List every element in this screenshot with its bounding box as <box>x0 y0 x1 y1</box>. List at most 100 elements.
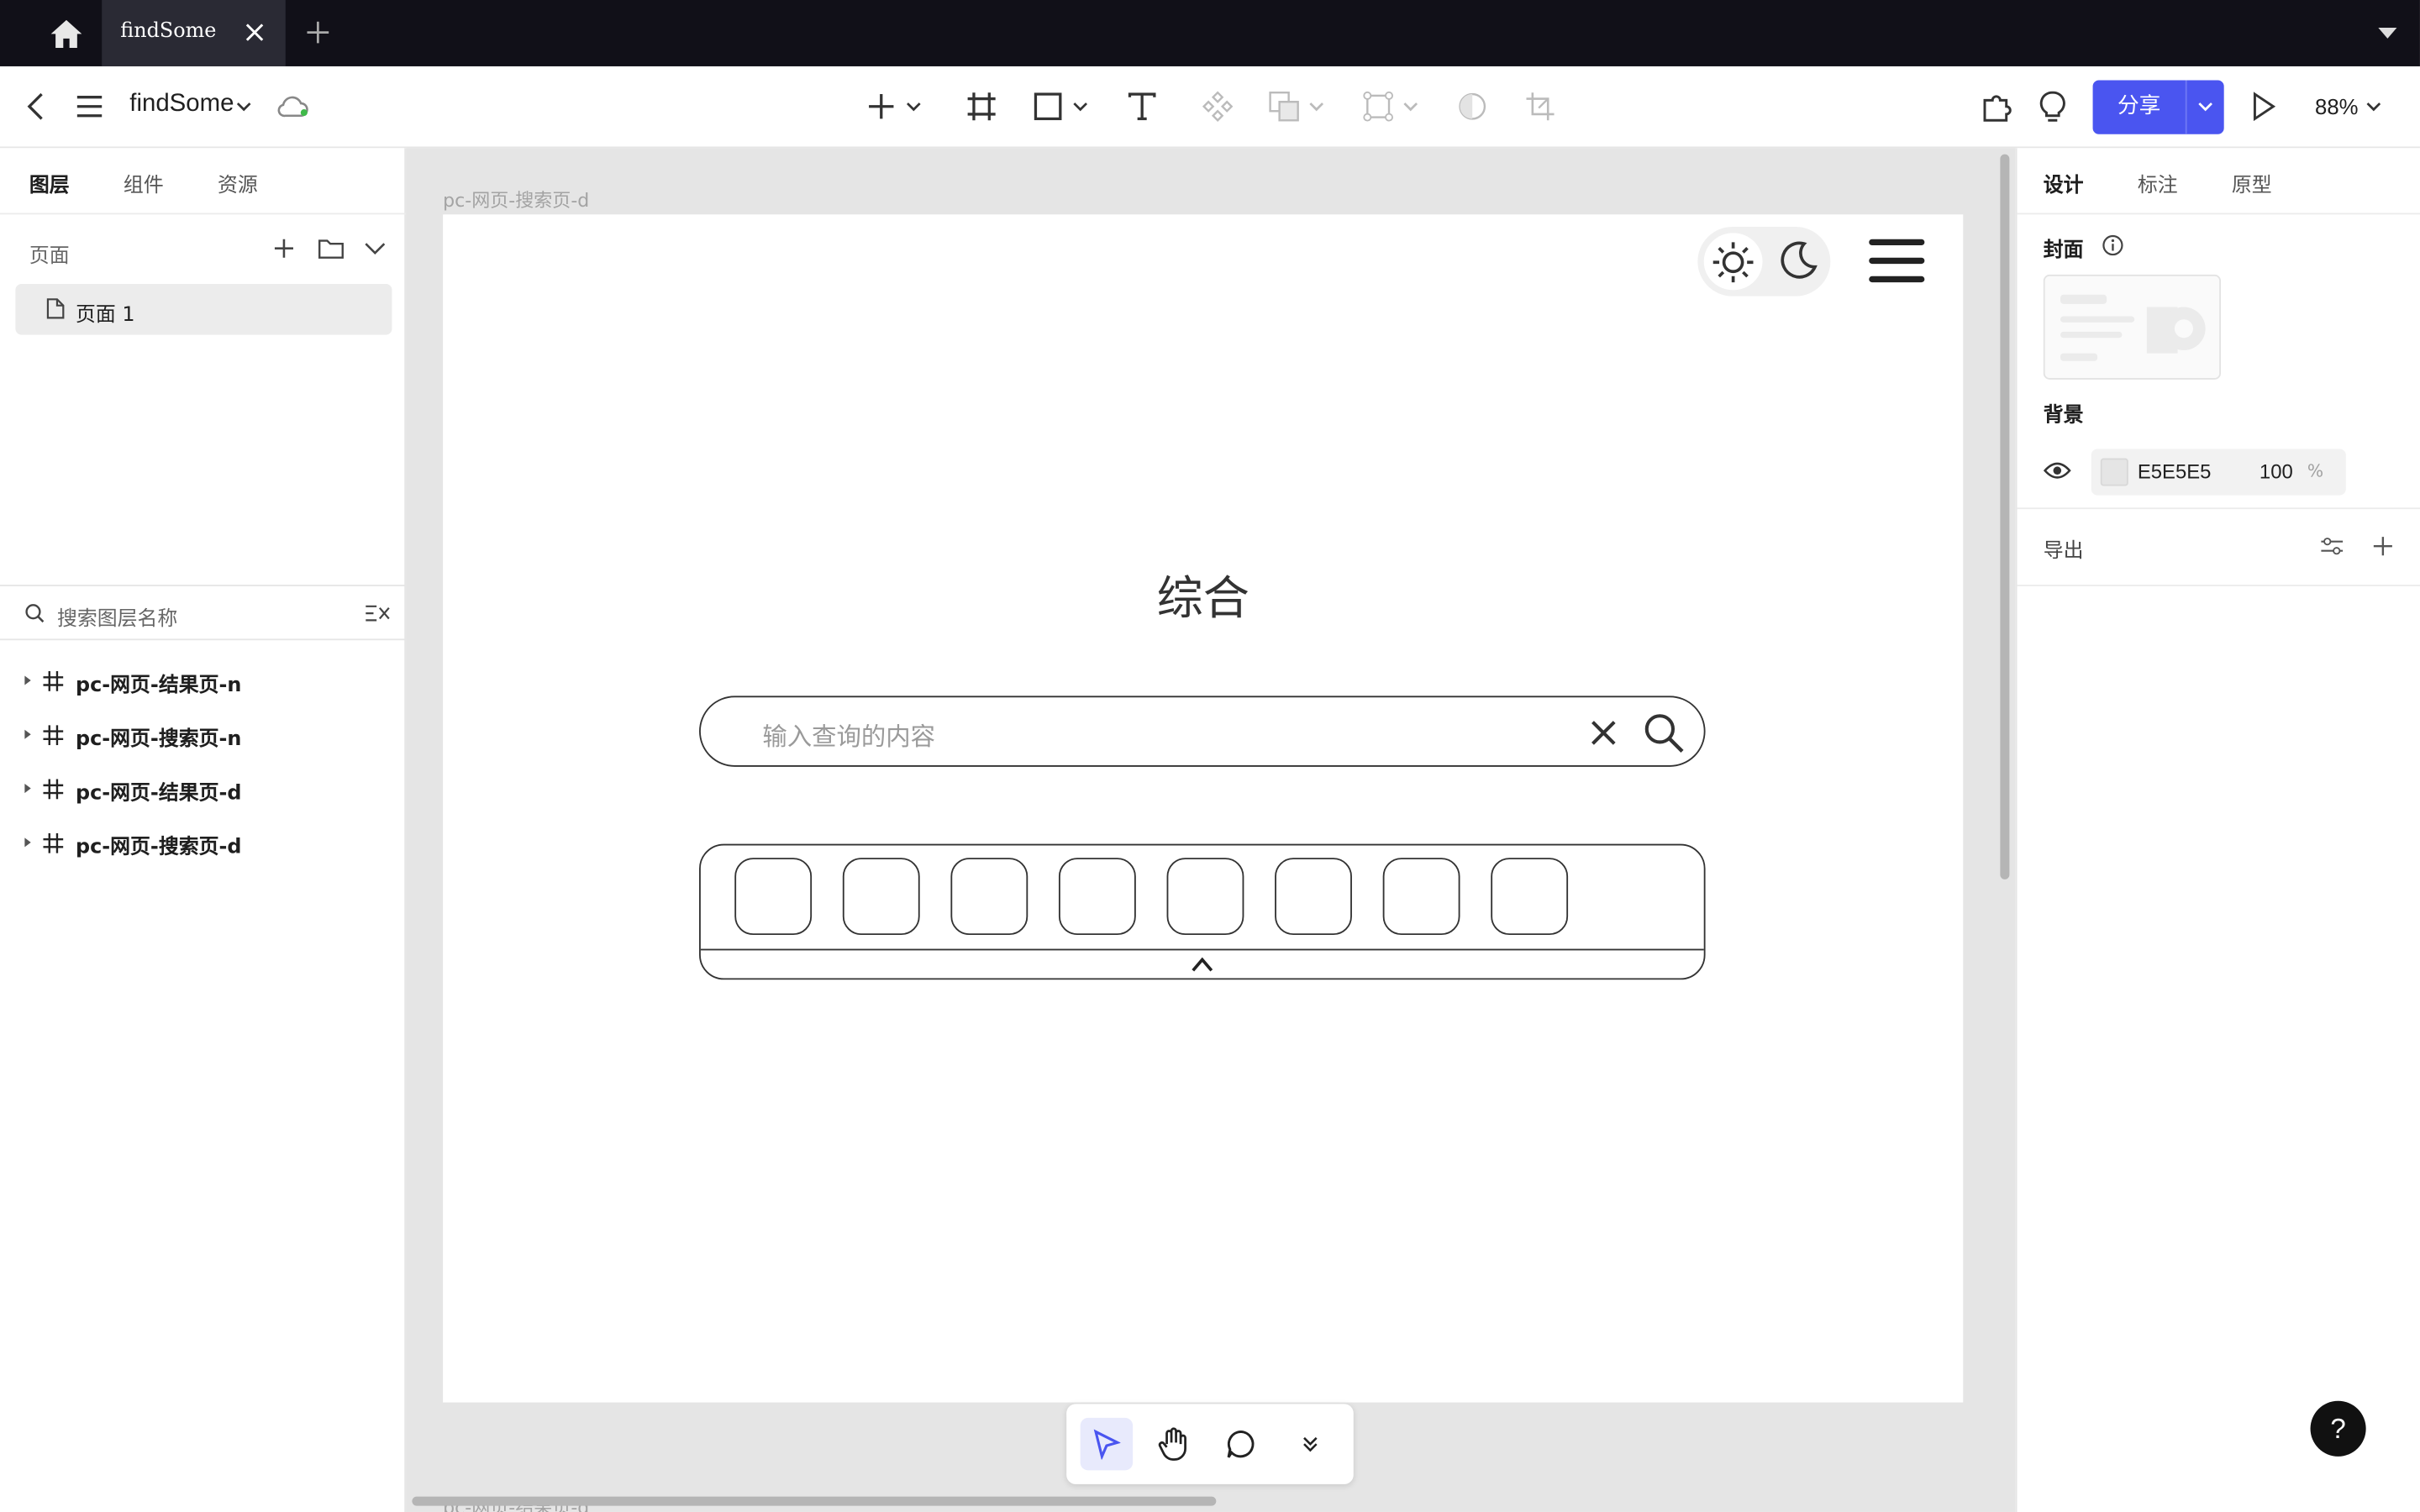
horizontal-scrollbar[interactable] <box>412 1496 1217 1506</box>
page-icon <box>46 298 65 319</box>
chevron-down-icon[interactable] <box>1402 97 1420 116</box>
quick-link-slot[interactable] <box>1382 858 1460 936</box>
cloud-sync-icon <box>275 91 312 122</box>
background-color-field[interactable]: E5E5E5 100 % <box>2091 449 2346 496</box>
quick-link-tray <box>699 843 1706 980</box>
chevron-down-icon[interactable] <box>1071 97 1090 116</box>
layer-row[interactable]: pc-网页-结果页-d <box>0 762 406 814</box>
frame-icon[interactable] <box>961 87 1002 127</box>
menu-icon[interactable] <box>72 88 106 125</box>
component-icon[interactable] <box>1197 87 1238 127</box>
close-icon[interactable] <box>1585 714 1622 751</box>
chevron-up-icon[interactable] <box>1192 955 1213 974</box>
crop-icon[interactable] <box>1520 87 1560 127</box>
layer-label: pc-网页-搜索页-d <box>75 836 242 860</box>
properties-panel: 设计 标注 原型 封面 背景 E5E5E5 100 % 导出 ? <box>2015 148 2420 1512</box>
caret-right-icon[interactable] <box>24 675 33 687</box>
add-export-icon[interactable] <box>2372 535 2394 557</box>
background-opacity[interactable]: 100 <box>2260 459 2293 483</box>
cover-thumbnail[interactable] <box>2043 274 2222 380</box>
double-chevron-down-icon <box>1303 1436 1318 1452</box>
background-hex[interactable]: E5E5E5 <box>2138 459 2212 483</box>
caret-right-icon[interactable] <box>24 782 33 795</box>
caret-right-icon[interactable] <box>24 728 33 741</box>
zoom-level[interactable]: 88% <box>2315 94 2358 118</box>
add-icon[interactable] <box>861 87 902 127</box>
artboard[interactable]: 综合 输入查询的内容 <box>443 214 1964 1403</box>
select-tool-button[interactable] <box>1080 1417 1134 1471</box>
caret-right-icon[interactable] <box>24 836 33 848</box>
layers-panel: 图层 组件 资源 页面 页面 1 搜索图层名称 pc-网页-结果页-n pc-网… <box>0 148 407 1512</box>
frame-icon <box>43 779 64 800</box>
tab-annotate[interactable]: 标注 <box>2138 168 2178 198</box>
canvas-tool-bar <box>1066 1404 1354 1484</box>
back-icon[interactable] <box>18 88 52 125</box>
layer-label: pc-网页-结果页-n <box>75 674 242 698</box>
layer-search-input[interactable]: 搜索图层名称 <box>57 601 177 632</box>
tab-findsome[interactable]: findSome <box>102 0 286 66</box>
help-button[interactable]: ? <box>2310 1400 2366 1457</box>
more-tools-button[interactable] <box>1284 1418 1336 1470</box>
quick-link-slot[interactable] <box>1058 858 1136 936</box>
tab-prototype[interactable]: 原型 <box>2232 168 2272 198</box>
chevron-down-icon[interactable] <box>2365 97 2383 116</box>
title-bar: findSome <box>0 0 2420 66</box>
tab-components[interactable]: 组件 <box>124 168 164 198</box>
text-icon[interactable] <box>1122 87 1162 127</box>
sun-icon[interactable] <box>1703 233 1763 291</box>
file-name[interactable]: findSome <box>129 91 234 118</box>
collapse-all-icon[interactable] <box>364 603 390 623</box>
layer-search[interactable]: 搜索图层名称 <box>0 586 407 641</box>
settings-sliders-icon[interactable] <box>2320 535 2344 557</box>
pages-label: 页面 <box>29 245 70 269</box>
tab-assets[interactable]: 资源 <box>218 168 258 198</box>
hand-tool-button[interactable] <box>1147 1418 1199 1470</box>
comment-tool-button[interactable] <box>1214 1418 1266 1470</box>
frame-title[interactable]: pc-网页-搜索页-d <box>443 186 589 213</box>
frame-icon <box>43 725 64 746</box>
quick-link-slot[interactable] <box>1166 858 1244 936</box>
hamburger-menu-icon[interactable] <box>1869 236 1928 286</box>
tab-layers[interactable]: 图层 <box>29 168 70 198</box>
mask-icon[interactable] <box>1452 87 1492 127</box>
search-icon[interactable] <box>1642 711 1685 754</box>
plugin-icon[interactable] <box>1977 87 2018 127</box>
share-options-button[interactable] <box>2185 80 2224 134</box>
quick-link-slot[interactable] <box>1491 858 1569 936</box>
search-input[interactable]: 输入查询的内容 <box>699 696 1706 767</box>
theme-toggle[interactable] <box>1697 226 1831 297</box>
chevron-down-icon[interactable] <box>1307 97 1326 116</box>
layer-row[interactable]: pc-网页-搜索页-n <box>0 708 406 760</box>
share-button[interactable]: 分享 <box>2092 80 2224 134</box>
quick-link-slot[interactable] <box>950 858 1028 936</box>
home-icon[interactable] <box>34 15 98 52</box>
rectangle-icon[interactable] <box>1028 87 1068 127</box>
add-tab-icon[interactable] <box>302 17 334 48</box>
add-page-icon[interactable] <box>271 236 296 260</box>
vector-edit-icon[interactable] <box>1358 87 1398 127</box>
info-icon[interactable] <box>2102 234 2124 256</box>
play-icon[interactable] <box>2244 87 2285 127</box>
quick-link-slot[interactable] <box>734 858 813 936</box>
page-item[interactable]: 页面 1 <box>15 283 392 335</box>
chevron-down-icon[interactable] <box>2377 22 2399 44</box>
color-swatch[interactable] <box>2100 458 2128 486</box>
chevron-down-icon[interactable] <box>234 97 253 116</box>
folder-icon[interactable] <box>318 236 344 260</box>
cursor-icon <box>1093 1429 1121 1460</box>
boolean-icon[interactable] <box>1264 87 1304 127</box>
canvas[interactable]: pc-网页-搜索页-d 综合 输入查询的内容 <box>406 148 2016 1512</box>
eye-icon[interactable] <box>2043 459 2071 481</box>
layer-row[interactable]: pc-网页-结果页-n <box>0 654 406 706</box>
moon-icon[interactable] <box>1772 234 1824 286</box>
quick-link-slot[interactable] <box>842 858 920 936</box>
lightbulb-icon[interactable] <box>2033 87 2073 127</box>
tab-design[interactable]: 设计 <box>2044 168 2084 198</box>
chevron-down-icon[interactable] <box>364 241 386 256</box>
layer-row[interactable]: pc-网页-搜索页-d <box>0 816 406 869</box>
quick-link-slot[interactable] <box>1275 858 1352 936</box>
chevron-down-icon[interactable] <box>904 97 923 116</box>
close-icon[interactable] <box>242 20 266 45</box>
divider <box>700 948 1704 951</box>
vertical-scrollbar[interactable] <box>2000 154 2010 879</box>
